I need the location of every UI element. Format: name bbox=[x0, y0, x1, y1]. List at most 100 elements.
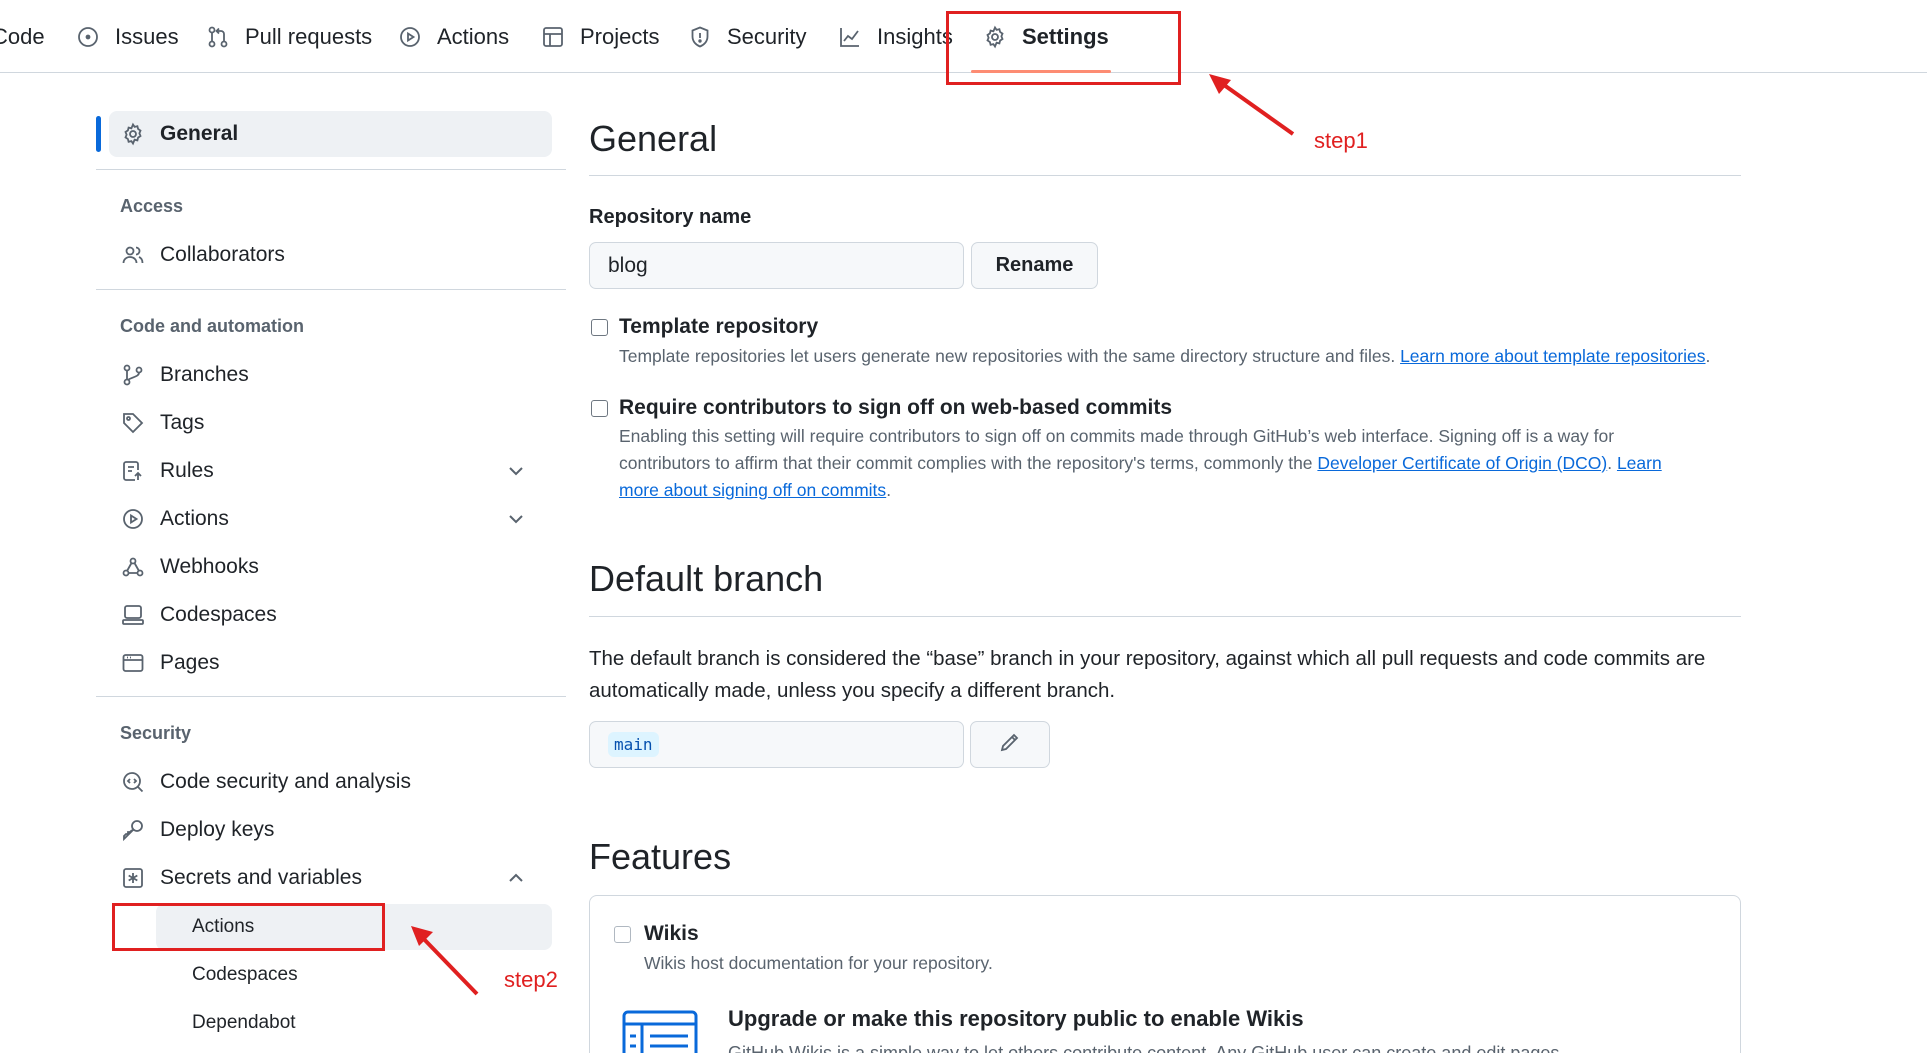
settings-highlight-box bbox=[946, 11, 1181, 85]
active-indicator bbox=[96, 116, 101, 152]
step2-arrow bbox=[411, 926, 479, 996]
repo-name-input[interactable]: blog bbox=[589, 242, 964, 289]
sidebar-item-codespaces[interactable]: Codespaces bbox=[96, 592, 552, 638]
tab-security[interactable]: Security bbox=[687, 0, 806, 73]
sidebar-item-label: Collaborators bbox=[160, 243, 285, 266]
sidebar-item-label: Rules bbox=[160, 459, 214, 482]
chevron-down-icon[interactable] bbox=[504, 507, 528, 531]
divider bbox=[96, 169, 566, 170]
tab-issues[interactable]: Issues bbox=[75, 0, 179, 73]
webhook-icon bbox=[119, 553, 147, 581]
section-title-features: Features bbox=[589, 836, 732, 877]
step1-arrow bbox=[1209, 74, 1295, 136]
section-heading-code-automation: Code and automation bbox=[120, 316, 304, 336]
tab-insights-label: Insights bbox=[877, 23, 953, 49]
rename-button[interactable]: Rename bbox=[971, 242, 1098, 289]
gear-icon bbox=[119, 120, 147, 148]
wikis-title: Wikis bbox=[644, 922, 699, 945]
tab-code-label: Code bbox=[0, 23, 45, 49]
sidebar-item-rules[interactable]: Rules bbox=[96, 448, 552, 494]
signoff-title: Require contributors to sign off on web-… bbox=[619, 396, 1173, 419]
chevron-up-icon[interactable] bbox=[504, 866, 528, 890]
section-heading-access: Access bbox=[120, 196, 184, 216]
play-icon bbox=[397, 24, 423, 50]
shield-icon bbox=[687, 24, 713, 50]
step1-label: step1 bbox=[1314, 128, 1368, 153]
sidebar-item-tags[interactable]: Tags bbox=[96, 400, 552, 446]
branch-icon bbox=[119, 361, 147, 389]
template-desc-text: Template repositories let users generate… bbox=[619, 346, 1401, 366]
key-icon bbox=[119, 816, 147, 844]
divider bbox=[589, 175, 1741, 176]
dco-link[interactable]: Developer Certificate of Origin (DCO) bbox=[1317, 453, 1607, 473]
table-icon bbox=[540, 24, 566, 50]
pull-request-icon bbox=[205, 24, 231, 50]
template-desc: Template repositories let users generate… bbox=[619, 346, 1711, 366]
repo-name-value: blog bbox=[608, 253, 648, 277]
section-heading-security: Security bbox=[120, 723, 192, 743]
wikis-checkbox[interactable] bbox=[614, 926, 631, 943]
sidebar-item-deploy-keys[interactable]: Deploy keys bbox=[96, 807, 552, 853]
section-title-general: General bbox=[589, 118, 718, 159]
asterisk-box-icon bbox=[119, 864, 147, 892]
sidebar-item-actions[interactable]: Actions bbox=[96, 496, 552, 542]
template-title: Template repository bbox=[619, 315, 819, 338]
sidebar-item-secrets[interactable]: Secrets and variables bbox=[96, 855, 552, 901]
tab-projects[interactable]: Projects bbox=[540, 0, 659, 73]
tag-icon bbox=[119, 409, 147, 437]
upgrade-title: Upgrade or make this repository public t… bbox=[728, 1006, 1304, 1031]
sidebar-item-code-security[interactable]: Code security and analysis bbox=[96, 759, 552, 805]
default-branch-field: main bbox=[589, 721, 964, 768]
tab-pull-requests-label: Pull requests bbox=[245, 23, 373, 49]
chevron-down-icon[interactable] bbox=[504, 459, 528, 483]
edit-default-branch-button[interactable] bbox=[970, 721, 1050, 768]
template-learn-more-link[interactable]: Learn more about template repositories bbox=[1400, 346, 1705, 366]
signoff-checkbox[interactable] bbox=[591, 400, 608, 417]
divider bbox=[96, 696, 566, 697]
wikis-desc: Wikis host documentation for your reposi… bbox=[644, 953, 993, 973]
tab-pull-requests[interactable]: Pull requests bbox=[205, 0, 372, 73]
sidebar-item-label: Webhooks bbox=[160, 555, 259, 578]
tab-security-label: Security bbox=[727, 23, 807, 49]
sidebar-item-label: Code security and analysis bbox=[160, 770, 411, 793]
sidebar-item-label: Codespaces bbox=[160, 603, 277, 626]
upgrade-desc: GitHub Wikis is a simple way to let othe… bbox=[728, 1043, 1560, 1053]
divider bbox=[96, 289, 566, 290]
browser-icon bbox=[119, 649, 147, 677]
sidebar-item-label: Pages bbox=[160, 651, 220, 674]
sidebar-item-pages[interactable]: Pages bbox=[96, 640, 552, 686]
play-icon bbox=[119, 505, 147, 533]
sidebar-item-collaborators[interactable]: Collaborators bbox=[96, 232, 552, 278]
actions-highlight-box bbox=[112, 903, 385, 951]
tab-actions-label: Actions bbox=[437, 23, 510, 49]
step2-label: step2 bbox=[504, 967, 558, 992]
default-branch-desc: The default branch is considered the “ba… bbox=[589, 647, 1706, 702]
issue-icon bbox=[75, 24, 101, 50]
sidebar-item-label: Actions bbox=[160, 507, 229, 530]
rules-icon bbox=[119, 457, 147, 485]
divider bbox=[589, 616, 1741, 617]
people-icon bbox=[119, 241, 147, 269]
tab-insights[interactable]: Insights bbox=[837, 0, 953, 73]
sidebar-item-label: Deploy keys bbox=[160, 818, 275, 841]
codespaces-icon bbox=[119, 601, 147, 629]
sidebar-item-webhooks[interactable]: Webhooks bbox=[96, 544, 552, 590]
sidebar-item-branches[interactable]: Branches bbox=[96, 352, 552, 398]
section-title-default-branch: Default branch bbox=[589, 558, 824, 599]
tab-code[interactable]: Code bbox=[0, 0, 45, 73]
codescan-icon bbox=[119, 768, 147, 796]
tab-issues-label: Issues bbox=[115, 23, 179, 49]
sidebar-item-label: Secrets and variables bbox=[160, 866, 362, 889]
book-icon bbox=[620, 1008, 700, 1053]
signoff-desc: Enabling this setting will require contr… bbox=[619, 426, 1662, 500]
pencil-icon bbox=[998, 730, 1022, 760]
default-branch-value: main bbox=[608, 732, 659, 757]
features-box: Wikis Wikis host documentation for your … bbox=[589, 895, 1741, 1053]
sidebar-subitem-label: Codespaces bbox=[192, 964, 298, 985]
sidebar-item-general[interactable]: General bbox=[109, 111, 552, 157]
sidebar-item-label: Branches bbox=[160, 363, 249, 386]
template-checkbox[interactable] bbox=[591, 319, 608, 336]
tab-actions[interactable]: Actions bbox=[397, 0, 509, 73]
sidebar-subitem-codespaces[interactable]: Codespaces bbox=[156, 952, 552, 998]
sidebar-subitem-dependabot[interactable]: Dependabot bbox=[156, 1000, 552, 1046]
